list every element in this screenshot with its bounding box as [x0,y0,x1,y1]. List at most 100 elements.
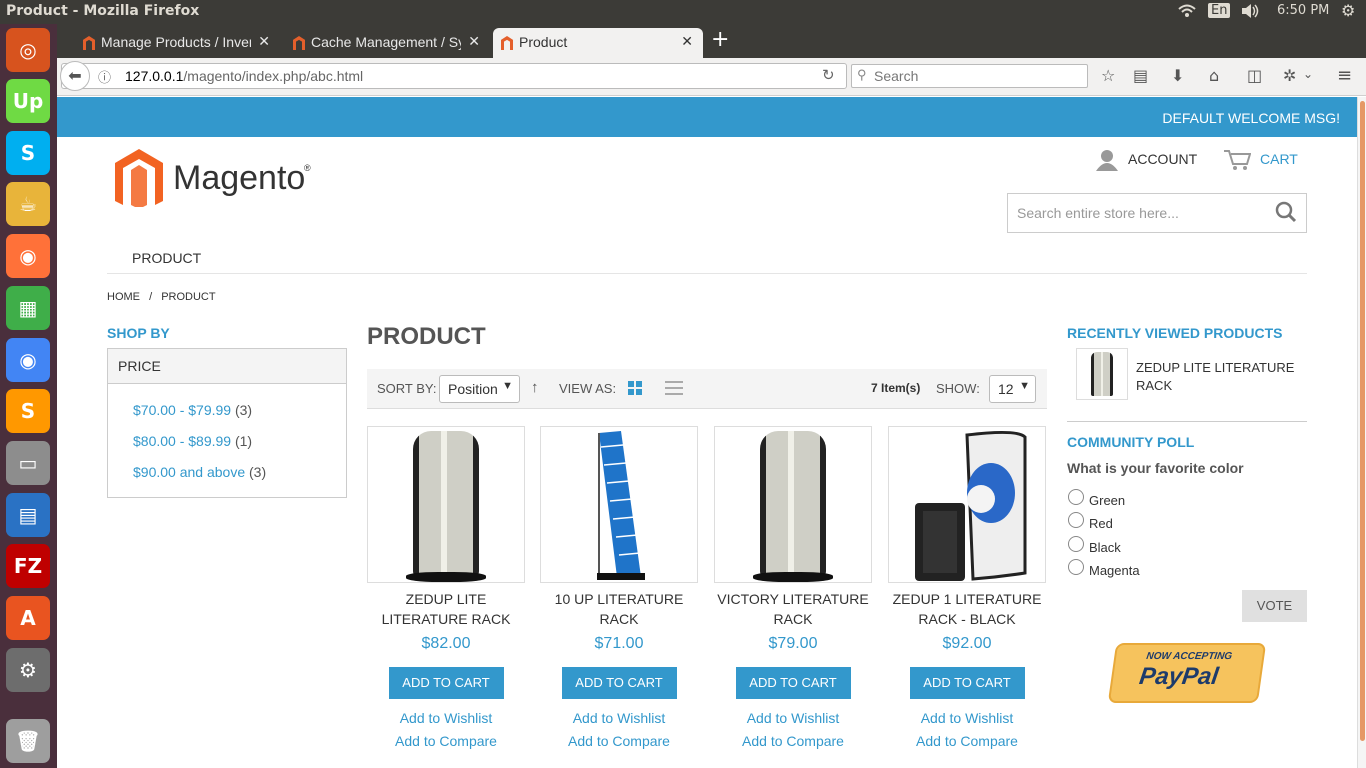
add-to-wishlist-link[interactable]: Add to Wishlist [888,710,1046,726]
add-to-compare-link[interactable]: Add to Compare [367,733,525,749]
software-center-icon[interactable]: A [6,596,50,640]
url-bar[interactable]: ⬅ ⓘ 127.0.0.1/magento/index.php/abc.html… [60,61,847,91]
paypal-badge[interactable]: NOW ACCEPTING PayPal [1107,643,1267,703]
info-icon[interactable]: ⓘ [98,67,111,86]
recently-viewed-item[interactable]: ZEDUP LITE LITERATURE RACK [1136,359,1311,395]
writer-icon[interactable]: ▤ [6,493,50,537]
welcome-message: DEFAULT WELCOME MSG! [1162,110,1340,126]
search-magnifier-icon[interactable] [1275,201,1297,226]
store-search-input[interactable]: Search entire store here... [1007,193,1307,233]
close-tab-icon[interactable]: ✕ [258,33,270,50]
add-to-wishlist-link[interactable]: Add to Wishlist [540,710,698,726]
add-to-compare-link[interactable]: Add to Compare [714,733,872,749]
grid-view-icon[interactable] [628,381,642,398]
firefox-icon[interactable]: ◉ [6,234,50,278]
reading-list-icon[interactable]: ▤ [1133,66,1148,85]
shopping-cart-icon [1223,149,1252,174]
wifi-icon[interactable] [1178,3,1196,23]
sublime-icon[interactable]: S [6,389,50,433]
vote-button[interactable]: VOTE [1242,590,1307,622]
launcher: ◎ Up S ☕ ◉ ▦ ◉ S ▭ ▤ FZ A ⚙ 🗑 [0,24,57,768]
add-to-compare-link[interactable]: Add to Compare [540,733,698,749]
add-to-cart-button[interactable]: ADD TO CART [561,667,677,699]
radio-button[interactable] [1068,536,1084,552]
bookmark-star-icon[interactable]: ☆ [1101,66,1115,85]
product-name[interactable]: ZEDUP LITE LITERATURE RACK [367,589,525,629]
poll-option-label: Black [1089,540,1121,555]
price-filter-option[interactable]: $80.00 - $89.99 (1) [133,433,252,449]
add-to-cart-button[interactable]: ADD TO CART [735,667,851,699]
search-icon: ⚲ [857,67,867,82]
teapot-icon[interactable]: ☕ [6,182,50,226]
scrollbar-thumb[interactable] [1360,101,1365,741]
sort-value: Position [448,381,498,397]
chevron-down-icon[interactable]: ⌄ [1303,67,1313,81]
breadcrumb-current: PRODUCT [161,291,216,303]
sort-select[interactable]: Position ▼ [439,375,520,403]
clock[interactable]: 6:50 PM [1277,3,1329,18]
product-name[interactable]: ZEDUP 1 LITERATURE RACK - BLACK [888,589,1046,629]
poll-option-label: Red [1089,516,1113,531]
price-filter-option[interactable]: $70.00 - $79.99 (3) [133,402,252,418]
recently-viewed-thumbnail[interactable] [1076,348,1128,400]
chrome-icon[interactable]: ◉ [6,338,50,382]
extension-icon[interactable]: ✲ [1283,66,1296,85]
add-to-wishlist-link[interactable]: Add to Wishlist [714,710,872,726]
new-tab-plus-icon[interactable]: + [711,27,729,52]
add-to-cart-button[interactable]: ADD TO CART [909,667,1025,699]
price-filter-title[interactable]: PRICE [108,349,346,384]
downloads-icon[interactable]: ⬇ [1171,66,1184,85]
tab-cache-management[interactable]: Cache Management / System ✕ [285,28,490,58]
radio-button[interactable] [1068,559,1084,575]
keyboard-layout-indicator[interactable]: En [1208,3,1231,18]
add-to-cart-button[interactable]: ADD TO CART [388,667,504,699]
tab-manage-products[interactable]: Manage Products / Inventor ✕ [75,28,280,58]
files-icon[interactable]: ▭ [6,441,50,485]
paypal-tagline: NOW ACCEPTING [1145,651,1233,662]
price-filter-option[interactable]: $90.00 and above (3) [133,464,266,480]
list-view-icon[interactable] [665,381,683,398]
product-name[interactable]: 10 UP LITERATURE RACK [540,589,698,629]
ubuntu-icon[interactable]: ◎ [6,28,50,72]
nav-item-product[interactable]: PRODUCT [132,250,201,266]
close-tab-icon[interactable]: ✕ [681,33,693,50]
upwork-icon[interactable]: Up [6,79,50,123]
product-image[interactable] [888,426,1046,583]
radio-button[interactable] [1068,489,1084,505]
radio-button[interactable] [1068,512,1084,528]
tab-product[interactable]: Product ✕ [493,28,703,58]
filezilla-icon[interactable]: FZ [6,544,50,588]
settings-icon[interactable]: ⚙ [6,648,50,692]
tab-strip: Manage Products / Inventor ✕ Cache Manag… [57,24,1366,58]
sort-direction-arrow-icon[interactable]: ↑ [531,379,539,396]
tab-label: Manage Products / Inventor [101,34,251,50]
limiter-select[interactable]: 12 ▼ [989,375,1036,403]
product-image[interactable] [714,426,872,583]
store-logo[interactable]: Magento ® [115,147,315,207]
page-scrollbar[interactable] [1357,97,1366,768]
add-to-compare-link[interactable]: Add to Compare [888,733,1046,749]
reload-icon[interactable]: ↻ [822,66,835,84]
home-icon[interactable]: ⌂ [1209,66,1219,85]
shop-by-heading: SHOP BY [107,325,170,341]
product-name[interactable]: VICTORY LITERATURE RACK [714,589,872,629]
menu-hamburger-icon[interactable]: ≡ [1337,65,1352,86]
calc-icon[interactable]: ▦ [6,286,50,330]
community-poll-heading: COMMUNITY POLL [1067,434,1195,450]
product-image[interactable] [540,426,698,583]
power-gear-icon[interactable]: ⚙ [1341,1,1355,20]
volume-icon[interactable] [1240,3,1260,23]
breadcrumb-home[interactable]: HOME [107,291,140,303]
pocket-icon[interactable]: ◫ [1247,66,1262,85]
add-to-wishlist-link[interactable]: Add to Wishlist [367,710,525,726]
close-tab-icon[interactable]: ✕ [468,33,480,50]
back-arrow-icon[interactable]: ⬅ [60,61,90,91]
product-image[interactable] [367,426,525,583]
browser-search-field[interactable]: ⚲ Search [851,64,1088,88]
skype-icon[interactable]: S [6,131,50,175]
sort-label: SORT BY: [377,381,437,396]
tab-label: Cache Management / System [311,34,461,50]
magento-favicon-icon [293,36,305,50]
trash-icon[interactable]: 🗑 [6,719,50,763]
url-text[interactable]: 127.0.0.1/magento/index.php/abc.html [125,68,363,84]
